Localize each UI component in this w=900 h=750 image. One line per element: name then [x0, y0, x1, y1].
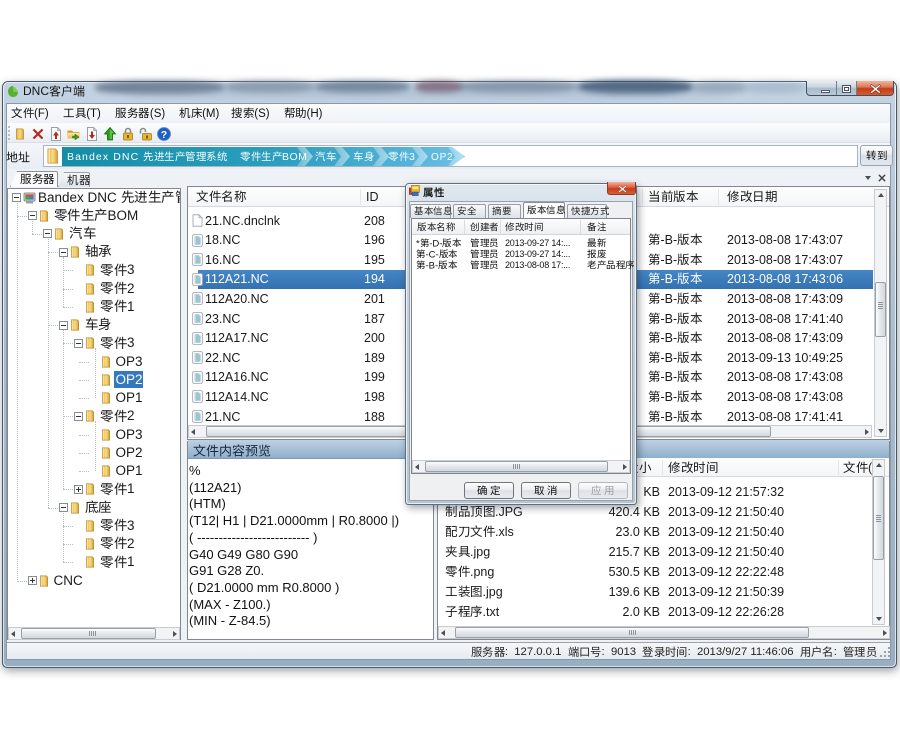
- svg-text:?: ?: [161, 129, 167, 141]
